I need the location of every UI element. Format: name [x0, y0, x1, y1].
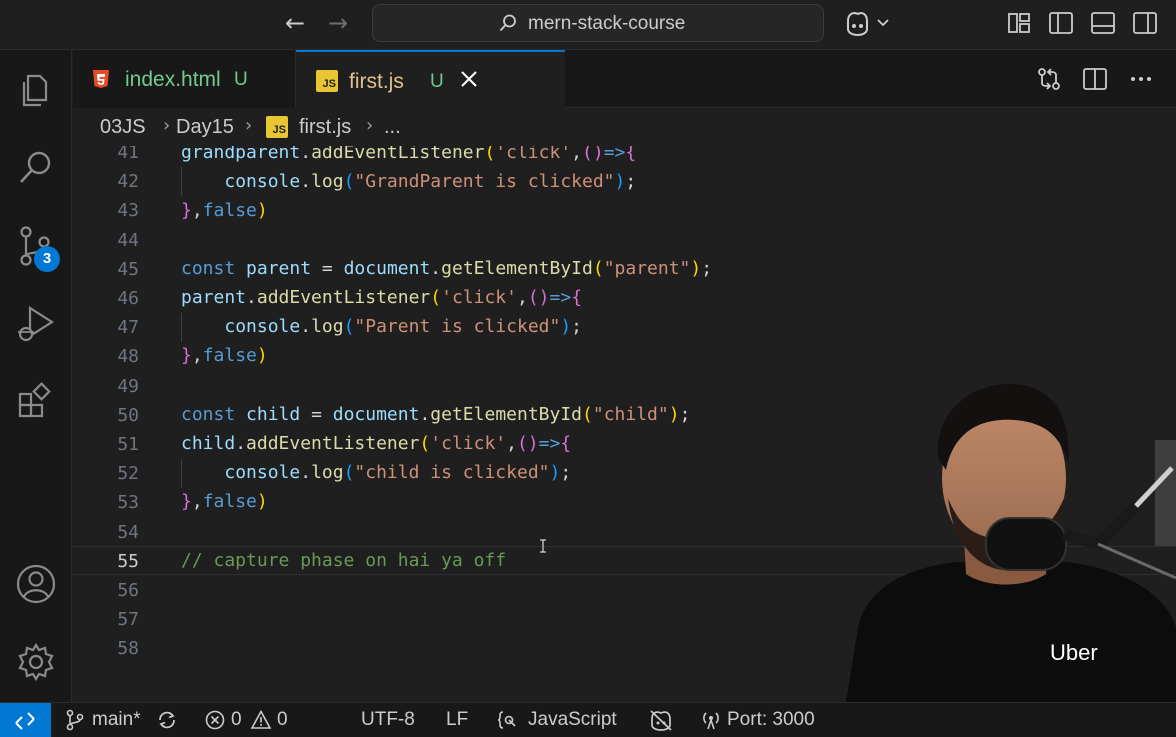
broadcast-icon [703, 712, 719, 730]
code-line: console.log("GrandParent is clicked"); [224, 171, 637, 192]
breadcrumb: 03JS › Day15 › JS first.js › ... [73, 108, 1176, 146]
line-number: 43 [117, 200, 139, 222]
command-center-text: mern-stack-course [528, 13, 686, 34]
encoding-indicator[interactable]: UTF-8 [361, 709, 415, 731]
arrow-left-icon[interactable]: ← [282, 10, 308, 36]
line-number: 41 [117, 146, 139, 163]
error-count[interactable]: 0 [231, 709, 242, 731]
line-number: 51 [117, 434, 139, 455]
line-number: 42 [117, 171, 139, 193]
error-icon [205, 710, 225, 730]
breadcrumb-symbol[interactable]: ... [384, 116, 401, 139]
code-line: // capture phase on hai ya off [181, 550, 507, 571]
eol-indicator[interactable]: LF [446, 709, 468, 731]
toggle-primary-sidebar-icon[interactable] [1048, 10, 1074, 36]
code-line: },false) [181, 491, 268, 512]
tab-label: index.html [125, 68, 221, 91]
tab-first-js[interactable]: JS first.js U [296, 50, 565, 108]
explorer-icon[interactable] [14, 68, 58, 112]
run-debug-icon[interactable] [14, 302, 58, 346]
live-server-port[interactable]: Port: 3000 [727, 709, 815, 731]
close-icon[interactable] [456, 66, 482, 92]
js-icon: JS [316, 70, 338, 92]
activity-bar: 3 [0, 50, 72, 702]
language-mode[interactable]: JavaScript [528, 709, 617, 731]
warning-count[interactable]: 0 [277, 709, 288, 731]
command-center[interactable]: mern-stack-course [372, 4, 824, 42]
search-icon [499, 14, 516, 32]
split-editor-icon[interactable] [1082, 66, 1108, 92]
search-icon[interactable] [14, 146, 58, 190]
remote-icon [15, 712, 35, 730]
chevron-right-icon: › [245, 115, 253, 136]
line-number: 54 [117, 521, 139, 543]
accounts-icon[interactable] [14, 562, 58, 606]
js-icon: JS [266, 116, 288, 138]
code-line: console.log("Parent is clicked"); [224, 316, 583, 337]
line-number: 58 [117, 638, 139, 660]
customize-layout-icon[interactable] [1006, 10, 1032, 36]
git-branch-label[interactable]: main* [92, 709, 141, 731]
code-line: },false) [181, 200, 268, 221]
layout-controls [1006, 10, 1158, 36]
braces-icon [497, 711, 516, 729]
tab-bar: index.html U JS first.js U [73, 50, 1176, 108]
chevron-right-icon: › [163, 115, 171, 136]
extensions-icon[interactable] [14, 380, 58, 424]
git-branch-icon [66, 709, 84, 731]
sync-icon[interactable] [156, 709, 178, 731]
tab-label: first.js [349, 70, 404, 93]
tab-git-status: U [234, 69, 248, 90]
line-number: 52 [117, 463, 139, 485]
html5-icon [93, 70, 109, 88]
code-line: grandparent.addEventListener('click',()=… [181, 146, 637, 163]
line-number: 45 [117, 258, 139, 280]
copilot-status-icon[interactable] [649, 709, 673, 731]
breadcrumb-folder-day15[interactable]: Day15 [176, 116, 234, 139]
code-line: parent.addEventListener('click',()=>{ [181, 287, 583, 308]
more-actions-icon[interactable] [1128, 66, 1154, 92]
line-number: 49 [117, 375, 139, 397]
line-number: 55 [117, 550, 139, 572]
code-line: child.addEventListener('click',()=>{ [181, 433, 572, 454]
tab-git-status: U [430, 71, 444, 92]
title-bar: ← → mern-stack-course [0, 0, 1176, 50]
line-number: 44 [117, 229, 139, 251]
line-number: 53 [117, 492, 139, 514]
presenter-webcam-image: Uber [846, 383, 1176, 702]
code-line: const parent = document.getElementById("… [181, 258, 713, 279]
shirt-logo-text: Uber [1050, 640, 1098, 665]
line-number: 56 [117, 580, 139, 601]
tab-index-html[interactable]: index.html U [73, 50, 296, 108]
compare-changes-icon[interactable] [1036, 66, 1062, 92]
source-control-badge: 3 [34, 246, 60, 272]
code-line: },false) [181, 345, 268, 366]
editor-actions [1036, 66, 1154, 92]
line-number: 47 [117, 317, 139, 339]
arrow-right-icon[interactable]: → [325, 10, 351, 36]
toggle-secondary-sidebar-icon[interactable] [1132, 10, 1158, 36]
text-cursor-icon [540, 539, 546, 553]
breadcrumb-folder-03js[interactable]: 03JS [100, 116, 146, 139]
remote-indicator[interactable] [0, 703, 51, 737]
copilot-icon[interactable] [844, 9, 892, 37]
line-number: 48 [117, 346, 139, 368]
line-number: 57 [117, 609, 139, 631]
code-line: console.log("child is clicked"); [224, 462, 572, 483]
warning-icon [250, 709, 272, 729]
line-number: 46 [117, 288, 139, 309]
breadcrumb-file[interactable]: first.js [299, 116, 351, 139]
code-line: const child = document.getElementById("c… [181, 404, 691, 425]
chevron-right-icon: › [366, 115, 374, 136]
manage-gear-icon[interactable] [14, 640, 58, 684]
line-number: 50 [117, 404, 139, 426]
toggle-panel-icon[interactable] [1090, 10, 1116, 36]
status-bar: main* 0 0 UTF-8 LF JavaScript Port: 3000 [0, 702, 1176, 737]
